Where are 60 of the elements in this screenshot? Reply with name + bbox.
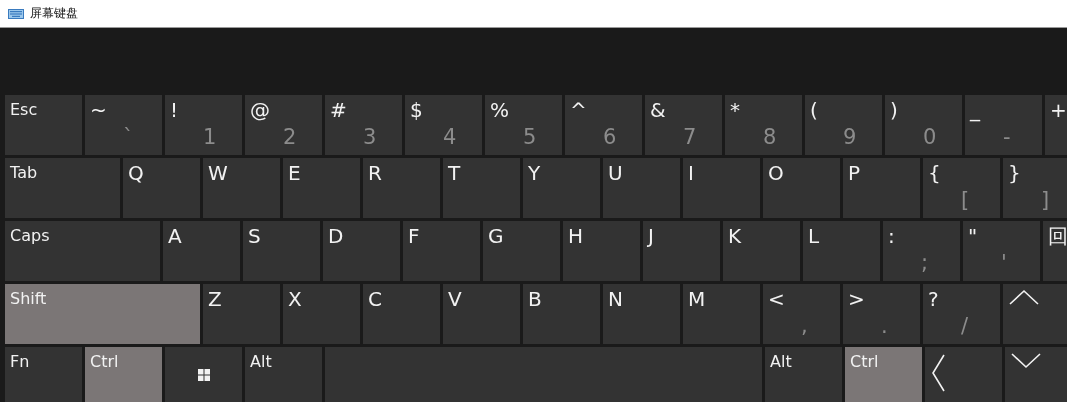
windows-logo-icon <box>198 369 210 381</box>
key[interactable]: D <box>323 221 400 281</box>
key[interactable]: { [ <box>923 158 1000 218</box>
key[interactable]: Fn <box>5 347 82 402</box>
key[interactable]: Alt <box>245 347 322 402</box>
key[interactable]: M <box>683 284 760 344</box>
key[interactable]: X <box>283 284 360 344</box>
key[interactable]: : ; <box>883 221 960 281</box>
key[interactable]: F <box>403 221 480 281</box>
key[interactable]: + <box>1045 95 1067 155</box>
key[interactable]: H <box>563 221 640 281</box>
key[interactable]: ) 0 <box>885 95 962 155</box>
key[interactable]: O <box>763 158 840 218</box>
key[interactable]: V <box>443 284 520 344</box>
key[interactable]: Alt <box>765 347 842 402</box>
key[interactable]: Ctrl <box>85 347 162 402</box>
key[interactable]: S <box>243 221 320 281</box>
key[interactable]: ^ 6 <box>565 95 642 155</box>
key[interactable]: Caps <box>5 221 160 281</box>
key[interactable]: Shift <box>5 284 200 344</box>
key[interactable]: I <box>683 158 760 218</box>
key[interactable]: K <box>723 221 800 281</box>
key[interactable]: Q <box>123 158 200 218</box>
key[interactable]: C <box>363 284 440 344</box>
key[interactable]: ? / <box>923 284 1000 344</box>
key[interactable]: < , <box>763 284 840 344</box>
key[interactable]: N <box>603 284 680 344</box>
key[interactable]: J <box>643 221 720 281</box>
key[interactable]: * 8 <box>725 95 802 155</box>
key[interactable]: ( 9 <box>805 95 882 155</box>
key[interactable]: $ 4 <box>405 95 482 155</box>
key[interactable] <box>165 347 242 402</box>
key[interactable]: @ 2 <box>245 95 322 155</box>
key[interactable]: ~ ` <box>85 95 162 155</box>
window-title: 屏幕键盘 <box>30 5 78 22</box>
key[interactable]: > . <box>843 284 920 344</box>
key[interactable]: % 5 <box>485 95 562 155</box>
key[interactable]: Z <box>203 284 280 344</box>
key[interactable]: T <box>443 158 520 218</box>
keyboard-icon <box>8 8 24 19</box>
key[interactable]: E <box>283 158 360 218</box>
key[interactable]: Ctrl <box>845 347 922 402</box>
key[interactable]: B <box>523 284 600 344</box>
key[interactable]: Y <box>523 158 600 218</box>
key[interactable]: } ] <box>1003 158 1067 218</box>
key[interactable]: " ' <box>963 221 1040 281</box>
key[interactable]: _ - <box>965 95 1042 155</box>
key[interactable]: 回 <box>1043 221 1067 281</box>
key[interactable]: R <box>363 158 440 218</box>
key[interactable]: L <box>803 221 880 281</box>
key[interactable]: & 7 <box>645 95 722 155</box>
key[interactable]: U <box>603 158 680 218</box>
key[interactable]: A <box>163 221 240 281</box>
key[interactable]: P <box>843 158 920 218</box>
key[interactable]: Esc <box>5 95 82 155</box>
key[interactable]: ! 1 <box>165 95 242 155</box>
key[interactable]: G <box>483 221 560 281</box>
key[interactable]: Tab <box>5 158 120 218</box>
key[interactable]: # 3 <box>325 95 402 155</box>
key[interactable]: W <box>203 158 280 218</box>
